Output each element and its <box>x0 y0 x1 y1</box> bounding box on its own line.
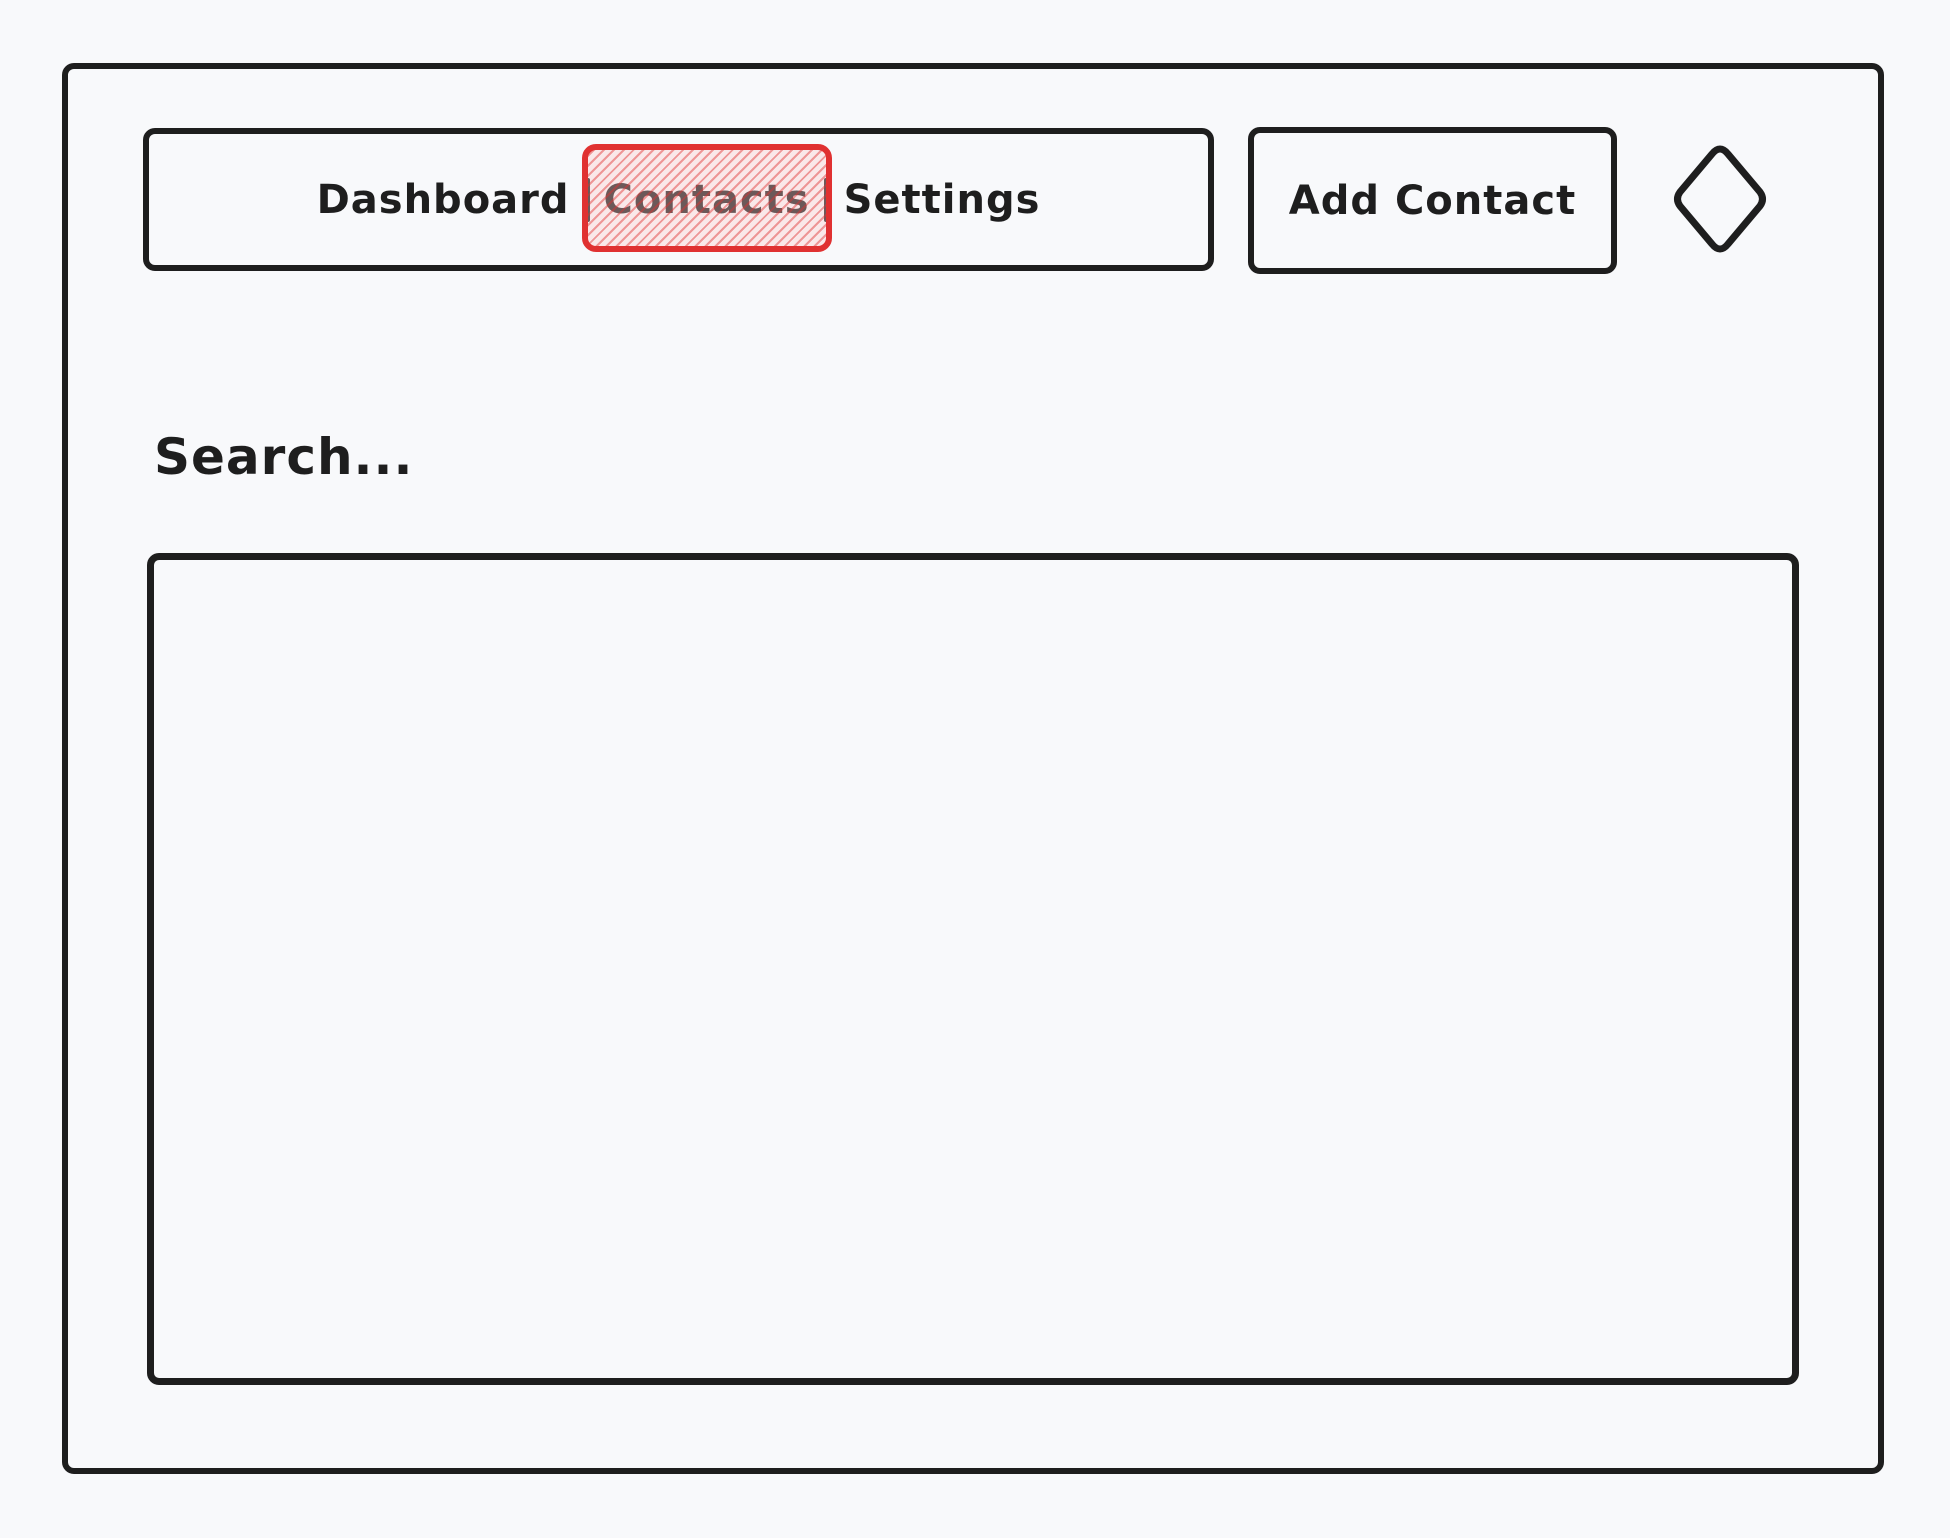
nav-item-dashboard[interactable]: Dashboard <box>311 177 576 223</box>
nav-item-contacts[interactable]: Contacts <box>598 177 816 223</box>
nav-separator <box>823 177 830 222</box>
content-area <box>147 553 1799 1385</box>
nav-item-settings[interactable]: Settings <box>838 177 1047 223</box>
nav-separator <box>583 177 590 222</box>
nav-items: Dashboard Contacts Settings <box>149 134 1208 265</box>
search-input[interactable]: Search... <box>154 428 414 486</box>
nav-bar: Dashboard Contacts Settings <box>143 128 1214 271</box>
diamond-icon[interactable] <box>1670 143 1770 255</box>
add-contact-button[interactable]: Add Contact <box>1248 127 1617 274</box>
